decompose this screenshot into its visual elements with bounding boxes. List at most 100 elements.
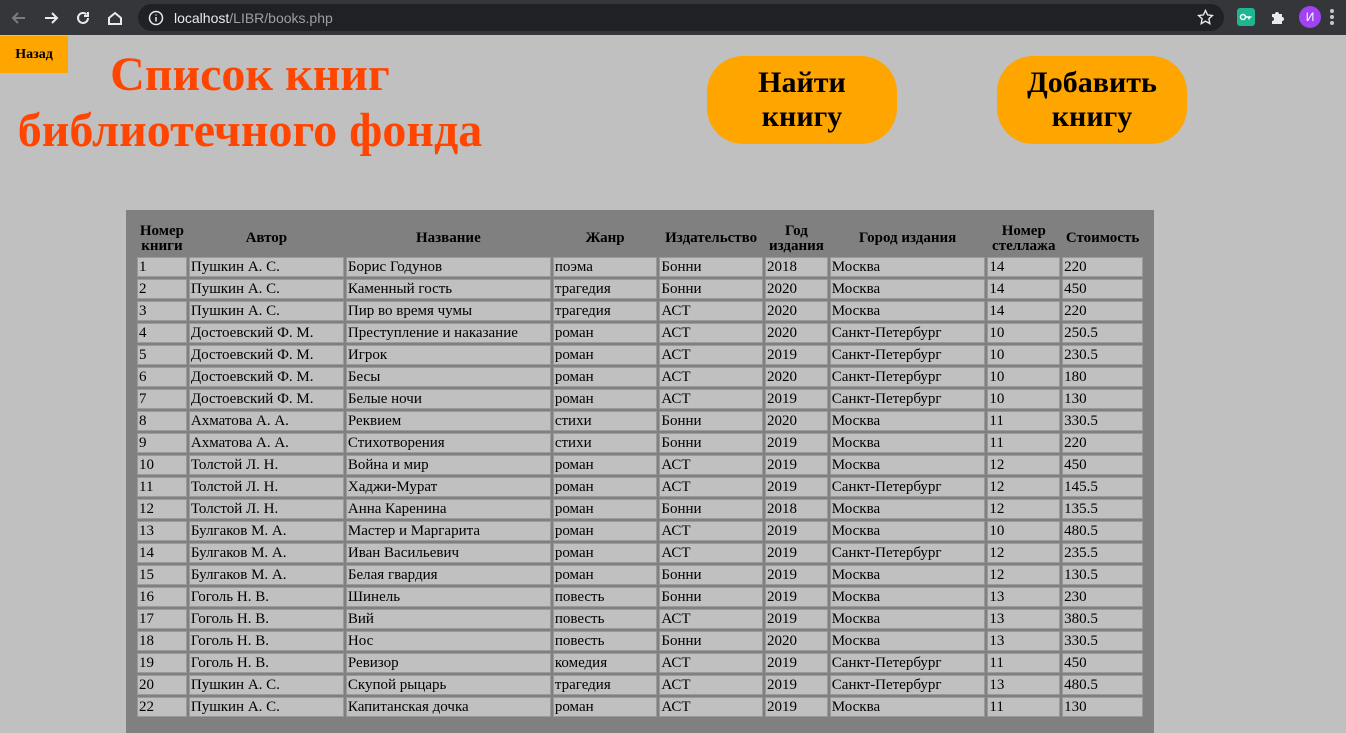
table-cell: 2019 (765, 653, 828, 673)
table-cell: Бонни (659, 257, 763, 277)
table-cell: 16 (137, 587, 187, 607)
table-cell: Бонни (659, 565, 763, 585)
table-cell: 2019 (765, 697, 828, 717)
table-cell: Нос (345, 631, 551, 651)
table-cell: 480.5 (1062, 521, 1143, 541)
table-cell: 2019 (765, 455, 828, 475)
table-cell: 6 (137, 367, 187, 387)
column-header-line: стеллажа (992, 237, 1056, 254)
table-cell: роман (552, 455, 658, 475)
table-cell: 14 (987, 257, 1061, 277)
table-row: 20 Пушкин А. С. Скупой рыцарь трагедия АСТ 20… (137, 675, 1143, 695)
table-cell: Москва (829, 499, 986, 519)
table-cell: 2020 (765, 631, 828, 651)
table-cell: роман (552, 323, 658, 343)
column-header-line: Автор (245, 230, 288, 246)
table-cell: Москва (829, 587, 986, 607)
forward-arrow-icon[interactable] (40, 7, 62, 29)
info-icon[interactable] (148, 10, 164, 26)
column-header-line: Город издания (858, 230, 957, 246)
table-cell: 2018 (765, 499, 828, 519)
table-cell: АСТ (659, 609, 763, 629)
page-title-line1: Список книг (110, 48, 390, 101)
url-text: localhost/LIBR/books.php (174, 10, 333, 26)
column-header-line: Издательство (665, 230, 758, 246)
table-cell: 13 (987, 675, 1061, 695)
column-header-line: Стоимость (1065, 230, 1140, 246)
extension-key-icon[interactable] (1237, 8, 1255, 26)
bookmark-star-icon[interactable] (1197, 8, 1214, 26)
table-cell: АСТ (659, 301, 763, 321)
table-cell: 2020 (765, 279, 828, 299)
table-cell: АСТ (659, 389, 763, 409)
address-bar[interactable]: localhost/LIBR/books.php (138, 4, 1224, 31)
table-cell: стихи (552, 433, 658, 453)
column-header: Город издания (830, 222, 986, 255)
table-cell: трагедия (552, 675, 658, 695)
table-cell: 17 (137, 609, 187, 629)
table-cell: Реквием (345, 411, 551, 431)
table-cell: Пир во время чумы (345, 301, 551, 321)
table-cell: 12 (987, 543, 1061, 563)
browser-toolbar: localhost/LIBR/books.php И (0, 0, 1346, 35)
table-cell: Скупой рыцарь (345, 675, 551, 695)
column-header: Номер книги (137, 222, 187, 255)
table-cell: 10 (137, 455, 187, 475)
table-row: 6 Достоевский Ф. М. Бесы роман АСТ 2020 Санкт-… (137, 367, 1143, 387)
table-row: 22 Пушкин А. С. Капитанская дочка роман АСТ 2… (137, 697, 1143, 717)
back-arrow-icon[interactable] (8, 7, 30, 29)
table-cell: Бонни (659, 279, 763, 299)
table-cell: трагедия (552, 279, 658, 299)
table-cell: 2019 (765, 521, 828, 541)
table-cell: 230 (1062, 587, 1143, 607)
home-icon[interactable] (104, 7, 126, 29)
table-cell: Иван Васильевич (345, 543, 551, 563)
table-cell: 12 (137, 499, 187, 519)
table-cell: Стихотворения (345, 433, 551, 453)
table-cell: 250.5 (1062, 323, 1143, 343)
table-cell: 2019 (765, 543, 828, 563)
table-cell: Белые ночи (345, 389, 551, 409)
table-cell: Шинель (345, 587, 551, 607)
find-book-button[interactable]: Найти книгу (707, 56, 897, 144)
table-cell: 450 (1062, 455, 1143, 475)
table-cell: Москва (829, 279, 986, 299)
column-header-line: Номер (1001, 222, 1046, 239)
extensions-puzzle-icon[interactable] (1269, 8, 1287, 26)
table-cell: Мастер и Маргарита (345, 521, 551, 541)
table-cell: Санкт-Петербург (829, 345, 986, 365)
table-cell: АСТ (659, 477, 763, 497)
table-cell: 2020 (765, 367, 828, 387)
add-book-button[interactable]: Добавить книгу (997, 56, 1187, 144)
table-cell: Москва (829, 455, 986, 475)
table-cell: Булгаков М. А. (188, 565, 344, 585)
profile-avatar[interactable]: И (1299, 6, 1321, 28)
table-cell: Москва (829, 257, 986, 277)
table-cell: Бонни (659, 587, 763, 607)
table-cell: 10 (987, 521, 1061, 541)
table-cell: Бонни (659, 499, 763, 519)
table-cell: Капитанская дочка (345, 697, 551, 717)
table-cell: Белая гвардия (345, 565, 551, 585)
table-cell: 12 (987, 455, 1061, 475)
table-cell: Санкт-Петербург (829, 675, 986, 695)
table-row: 15 Булгаков М. А. Белая гвардия роман Бонни 2… (137, 565, 1143, 585)
browser-menu-icon[interactable] (1330, 9, 1334, 25)
table-cell: 11 (987, 433, 1061, 453)
table-cell: Война и мир (345, 455, 551, 475)
table-cell: 135.5 (1062, 499, 1143, 519)
table-cell: 130 (1062, 697, 1143, 717)
table-cell: 2019 (765, 345, 828, 365)
find-book-label-line2: книгу (761, 100, 843, 133)
table-cell: Игрок (345, 345, 551, 365)
table-cell: 19 (137, 653, 187, 673)
table-cell: Бонни (659, 411, 763, 431)
table-cell: Гоголь Н. В. (188, 587, 344, 607)
table-cell: роман (552, 477, 658, 497)
table-cell: АСТ (659, 675, 763, 695)
table-cell: 3 (137, 301, 187, 321)
table-cell: 220 (1062, 301, 1143, 321)
table-cell: Преступление и наказание (345, 323, 551, 343)
table-cell: Ахматова А. А. (188, 411, 344, 431)
reload-icon[interactable] (72, 7, 94, 29)
